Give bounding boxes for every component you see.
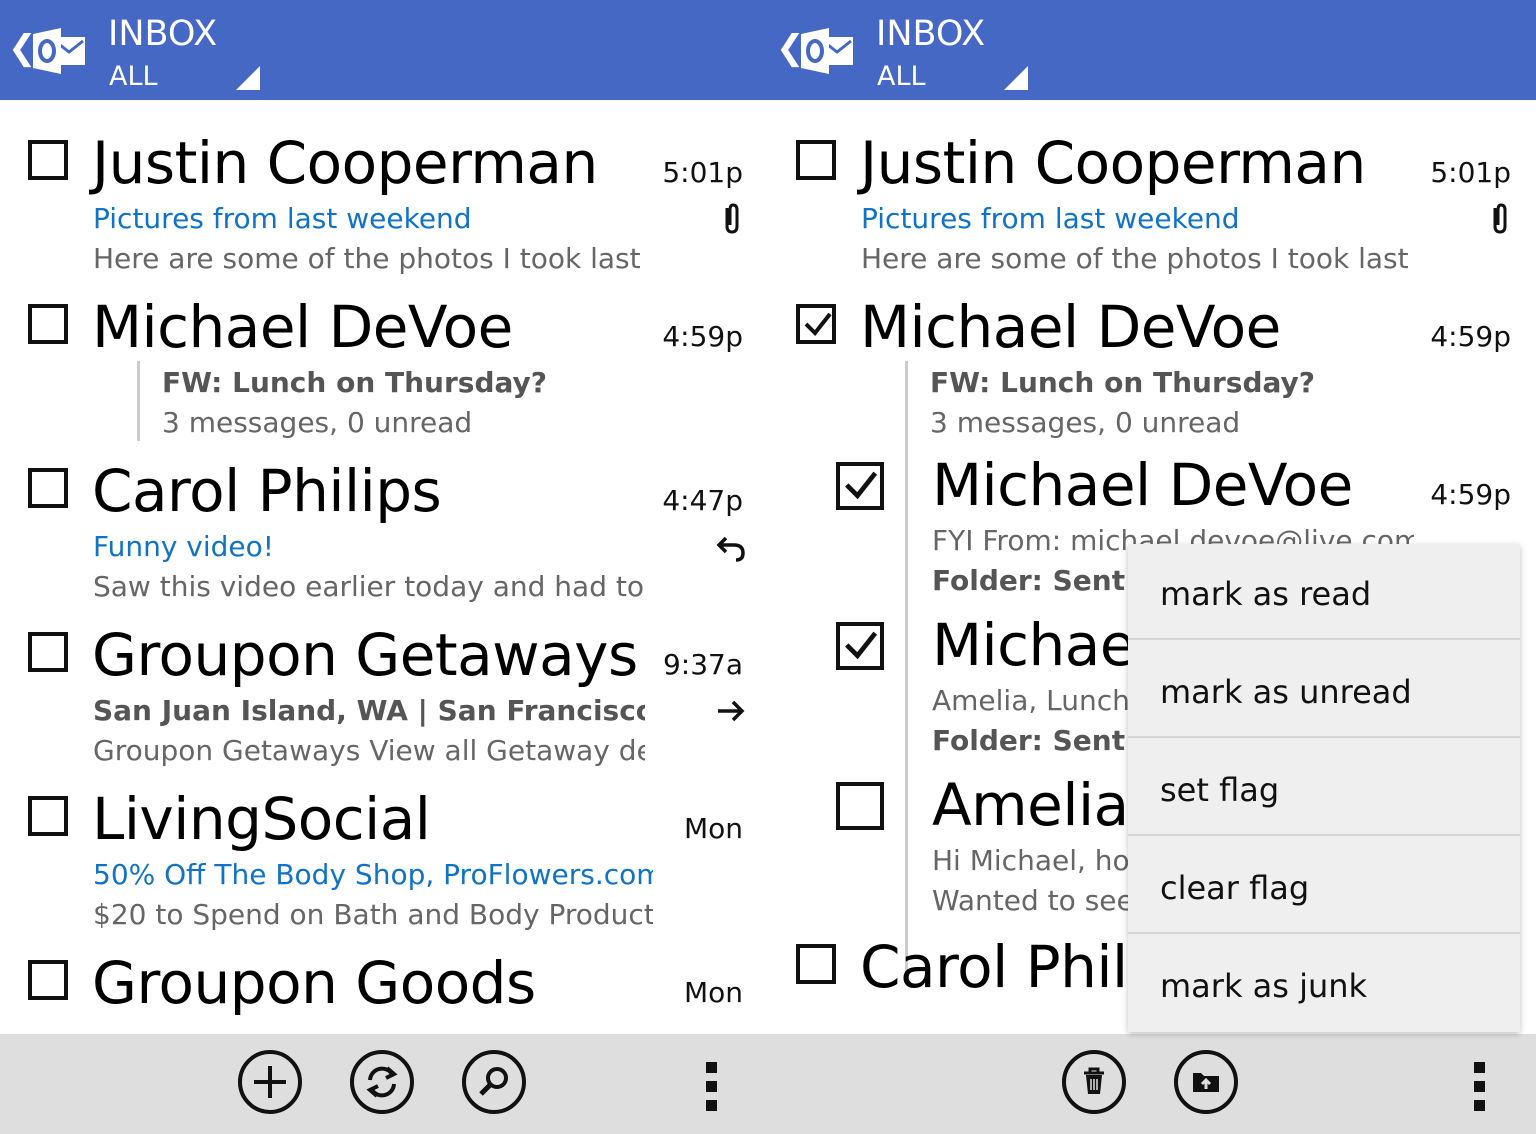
menu-item-label: mark as unread	[1160, 673, 1412, 711]
select-checkbox[interactable]	[796, 944, 836, 984]
received-time: 5:01p	[662, 156, 743, 189]
search-icon	[479, 1067, 508, 1096]
menu-item-mark-as-read[interactable]: mark as read	[1128, 544, 1520, 640]
forward-icon	[718, 700, 745, 722]
select-checkbox-checked[interactable]	[836, 462, 884, 510]
more-options-icon[interactable]	[1474, 1062, 1486, 1119]
thread-summary: 3 messages, 0 unread	[930, 406, 1241, 439]
sender-name: LivingSocial	[92, 785, 431, 853]
received-time: 4:59p	[1430, 320, 1511, 353]
checkmark-icon	[845, 471, 878, 500]
select-checkbox[interactable]	[796, 140, 836, 180]
sender-name: Groupon Goods	[92, 949, 536, 1017]
menu-item-label: set flag	[1160, 771, 1280, 809]
sender-name: Michael DeVoe	[932, 451, 1353, 519]
subject: Funny video!	[93, 530, 274, 563]
filter-dropdown-icon[interactable]	[236, 66, 260, 90]
move-button[interactable]	[1174, 1050, 1238, 1114]
received-time: 4:59p	[1430, 478, 1511, 511]
received-time: Mon	[683, 812, 743, 845]
subject: Pictures from last weekend	[861, 202, 1240, 235]
select-checkbox[interactable]	[28, 468, 68, 508]
menu-item-mark-as-junk[interactable]: mark as junk	[1128, 936, 1520, 1032]
select-checkbox-checked[interactable]	[796, 304, 836, 344]
add-icon	[254, 1066, 286, 1098]
menu-item-label: mark as junk	[1160, 967, 1368, 1005]
subject: Pictures from last weekend	[93, 202, 472, 235]
sender-name: Justin Cooperman	[92, 129, 598, 197]
select-checkbox[interactable]	[836, 782, 884, 830]
reply-icon	[716, 536, 745, 562]
inbox-panel-left: ❮ INBOX ALL Justin Cooperman 5:01p Pictu…	[0, 0, 768, 1134]
move-icon	[1193, 1073, 1219, 1092]
received-time: Mon	[683, 976, 743, 1009]
select-checkbox[interactable]	[28, 960, 68, 1000]
app-bar	[0, 1034, 768, 1134]
sender-name: Michael DeVoe	[92, 293, 513, 361]
sender-name: Groupon Getaways	[92, 621, 638, 689]
thread-summary: 3 messages, 0 unread	[162, 406, 473, 439]
select-checkbox[interactable]	[28, 796, 68, 836]
sender-name: Michael	[932, 611, 1151, 679]
inbox-title: INBOX	[108, 14, 218, 54]
menu-item-label: clear flag	[1160, 869, 1310, 907]
received-time: 4:47p	[662, 484, 743, 517]
preview: Here are some of the photos I took last …	[861, 242, 1413, 275]
select-checkbox[interactable]	[28, 140, 68, 180]
preview: Groupon Getaways View all Getaway deals	[93, 734, 645, 767]
menu-item-set-flag[interactable]: set flag	[1128, 740, 1520, 836]
sender-name: Michael DeVoe	[860, 293, 1281, 361]
context-menu: mark as read mark as unread set flag cle…	[1128, 544, 1520, 1032]
preview: $20 to Spend on Bath and Body Products	[93, 898, 653, 931]
thread-indicator	[137, 361, 140, 441]
select-checkbox[interactable]	[28, 632, 68, 672]
header: ❮ INBOX ALL	[0, 0, 768, 100]
search-button[interactable]	[462, 1050, 526, 1114]
checkmark-icon	[804, 312, 832, 337]
subject: FW: Lunch on Thursday?	[930, 366, 1316, 399]
checkmark-icon	[845, 631, 878, 660]
filter-label[interactable]: ALL	[877, 60, 926, 94]
app-bar	[768, 1034, 1536, 1134]
filter-dropdown-icon[interactable]	[1004, 66, 1028, 90]
new-message-button[interactable]	[238, 1050, 302, 1114]
received-time: 4:59p	[662, 320, 743, 353]
subject: San Juan Island, WA | San Francisco | Wi…	[93, 694, 645, 727]
message-list[interactable]: Justin Cooperman 5:01p Pictures from las…	[0, 100, 768, 1034]
sync-icon	[366, 1066, 398, 1098]
header: ❮ INBOX ALL	[768, 0, 1536, 100]
menu-item-label: mark as read	[1160, 575, 1372, 613]
inbox-title: INBOX	[876, 14, 986, 54]
received-time: 5:01p	[1430, 156, 1511, 189]
select-checkbox-checked[interactable]	[836, 622, 884, 670]
paperclip-icon	[1493, 203, 1507, 234]
menu-item-mark-as-unread[interactable]: mark as unread	[1128, 642, 1520, 738]
sender-name: Carol Philips	[92, 457, 442, 525]
sender-name: Justin Cooperman	[860, 129, 1366, 197]
outlook-logo-icon	[801, 28, 853, 74]
subject: FW: Lunch on Thursday?	[162, 366, 548, 399]
received-time: 9:37a	[662, 648, 743, 681]
subject: 50% Off The Body Shop, ProFlowers.com	[93, 858, 653, 891]
preview: Here are some of the photos I took last …	[93, 242, 645, 275]
sync-button[interactable]	[350, 1050, 414, 1114]
menu-item-clear-flag[interactable]: clear flag	[1128, 838, 1520, 934]
select-checkbox[interactable]	[28, 304, 68, 344]
outlook-logo-icon	[33, 28, 85, 74]
preview: Saw this video earlier today and had to …	[93, 570, 645, 603]
more-options-icon[interactable]	[706, 1062, 718, 1119]
delete-button[interactable]	[1062, 1050, 1126, 1114]
thread-indicator	[905, 361, 908, 981]
delete-icon	[1084, 1067, 1104, 1094]
paperclip-icon	[725, 203, 739, 234]
filter-label[interactable]: ALL	[109, 60, 158, 94]
